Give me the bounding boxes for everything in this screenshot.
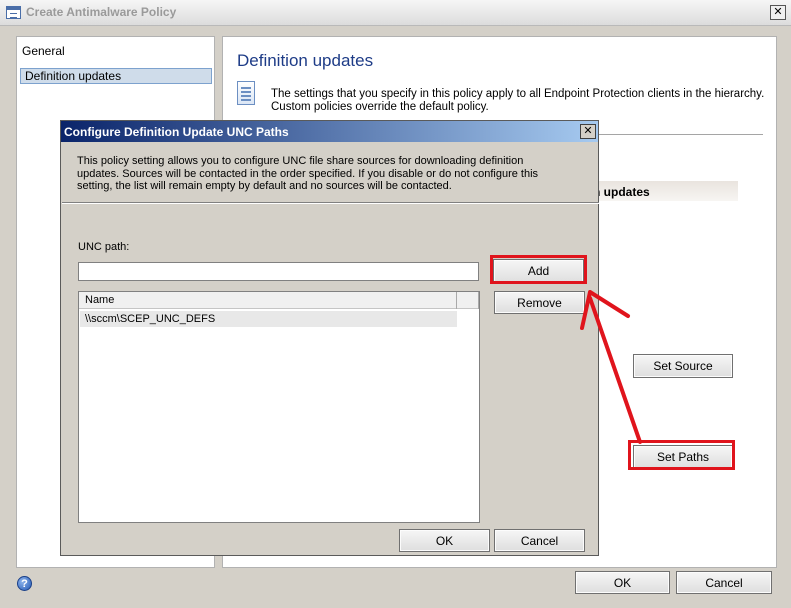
dialog-close-icon[interactable]: ✕ bbox=[580, 124, 596, 139]
unc-path-label: UNC path: bbox=[78, 241, 130, 253]
set-source-button[interactable]: Set Source bbox=[633, 354, 733, 378]
app-window-icon bbox=[6, 6, 21, 19]
highlight-box-add bbox=[490, 255, 587, 284]
column-header-name[interactable]: Name bbox=[79, 292, 457, 309]
dialog-ok-button[interactable]: OK bbox=[399, 529, 490, 552]
window-close-icon[interactable]: ✕ bbox=[770, 5, 786, 20]
window-title: Create Antimalware Policy bbox=[26, 5, 177, 19]
page-title: Definition updates bbox=[237, 51, 374, 70]
page-description: The settings that you specify in this po… bbox=[271, 88, 765, 113]
column-header-blank bbox=[457, 292, 479, 309]
unc-path-list[interactable]: Name \\sccm\SCEP_UNC_DEFS bbox=[78, 291, 480, 523]
dialog-title: Configure Definition Update UNC Paths bbox=[64, 125, 289, 139]
dialog-titlebar: Configure Definition Update UNC Paths ✕ bbox=[61, 121, 598, 142]
unc-paths-dialog: Configure Definition Update UNC Paths ✕ … bbox=[60, 120, 599, 556]
nav-item-definition-updates[interactable]: Definition updates bbox=[20, 68, 212, 84]
section-header-label: n updates bbox=[593, 185, 650, 199]
document-info-icon bbox=[237, 81, 255, 105]
highlight-box-set-paths bbox=[628, 440, 735, 470]
window-titlebar: Create Antimalware Policy ✕ bbox=[0, 0, 791, 26]
dialog-description: This policy setting allows you to config… bbox=[77, 155, 539, 192]
cancel-button[interactable]: Cancel bbox=[676, 571, 772, 594]
nav-item-general[interactable]: General bbox=[22, 44, 65, 58]
ok-button[interactable]: OK bbox=[575, 571, 670, 594]
remove-button[interactable]: Remove bbox=[494, 291, 585, 314]
section-header: n updates bbox=[593, 181, 738, 201]
dialog-cancel-button[interactable]: Cancel bbox=[494, 529, 585, 552]
list-header: Name bbox=[79, 292, 479, 309]
unc-path-input[interactable] bbox=[78, 262, 479, 281]
divider bbox=[62, 202, 599, 204]
list-item[interactable]: \\sccm\SCEP_UNC_DEFS bbox=[80, 311, 457, 327]
help-icon[interactable]: ? bbox=[17, 576, 32, 591]
